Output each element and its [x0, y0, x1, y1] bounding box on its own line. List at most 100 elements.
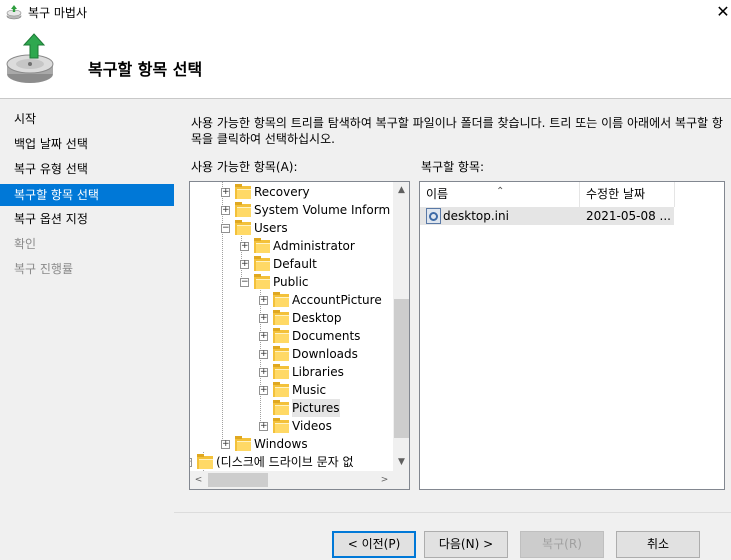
expand-icon[interactable]: +: [259, 296, 268, 305]
cancel-button[interactable]: 취소: [616, 531, 700, 558]
main-panel: 사용 가능한 항목의 트리를 탐색하여 복구할 파일이나 폴더를 찾습니다. 트…: [174, 99, 731, 560]
expand-icon[interactable]: +: [240, 260, 249, 269]
tree-item-label: AccountPicture: [292, 293, 382, 307]
sort-ascending-icon: ⌃: [496, 186, 505, 197]
folder-icon: [254, 238, 270, 254]
step-restore-type: 복구 유형 선택: [14, 162, 88, 176]
tree-item-label: Public: [273, 275, 309, 289]
column-header-modified-date[interactable]: 수정한 날짜: [580, 182, 675, 207]
folder-icon: [235, 436, 251, 452]
back-button[interactable]: < 이전(P): [332, 531, 416, 558]
collapse-icon[interactable]: −: [221, 224, 230, 233]
folder-icon: [273, 382, 289, 398]
folder-icon: [273, 400, 289, 416]
tree-vertical-scrollbar[interactable]: ▲ ▼: [393, 182, 409, 471]
tree-item[interactable]: + Music: [190, 381, 393, 399]
backup-drive-icon: [6, 33, 54, 83]
tree-item-label: Desktop: [292, 311, 342, 325]
file-modified-date: 2021-05-08 ...: [586, 209, 671, 223]
column-date-label: 수정한 날짜: [586, 187, 646, 201]
list-item[interactable]: desktop.ini 2021-05-08 ...: [420, 207, 674, 225]
tree-item[interactable]: + Videos: [190, 417, 393, 435]
tree-item-label: Users: [254, 221, 288, 235]
folder-icon: [254, 256, 270, 272]
tree-item[interactable]: − (디스크에 드라이브 문자 없: [190, 453, 393, 471]
items-to-restore-label: 복구할 항목:: [421, 160, 485, 174]
expand-icon[interactable]: +: [259, 350, 268, 359]
tree-item[interactable]: + Default: [190, 255, 393, 273]
expand-icon[interactable]: +: [259, 314, 268, 323]
expand-icon[interactable]: +: [259, 332, 268, 341]
tree-item[interactable]: + System Volume Inform: [190, 201, 393, 219]
expand-icon[interactable]: +: [221, 188, 230, 197]
items-to-restore-list[interactable]: 이름 ⌃ 수정한 날짜 desktop.ini 2021-05-08 ...: [419, 181, 725, 490]
step-confirm: 확인: [14, 237, 37, 251]
instructions-text: 사용 가능한 항목의 트리를 탐색하여 복구할 파일이나 폴더를 찾습니다. 트…: [191, 116, 723, 146]
folder-icon: [273, 346, 289, 362]
expand-icon[interactable]: +: [221, 440, 230, 449]
step-restore-options: 복구 옵션 지정: [14, 212, 88, 226]
scroll-down-icon[interactable]: ▼: [393, 454, 409, 471]
available-items-tree[interactable]: + Recovery + System Volume Inform − Users + Adm…: [189, 181, 410, 490]
tree-item-label: Libraries: [292, 365, 344, 379]
close-icon[interactable]: ✕: [714, 3, 731, 21]
tree-item[interactable]: + AccountPicture: [190, 291, 393, 309]
tree-item-label: Default: [273, 257, 317, 271]
window-title: 복구 마법사: [28, 6, 88, 20]
wizard-steps-sidebar: 시작 백업 날짜 선택 복구 유형 선택 복구할 항목 선택 복구 옵션 지정 …: [0, 99, 174, 560]
expand-icon[interactable]: +: [240, 242, 249, 251]
folder-icon: [235, 202, 251, 218]
tree-item[interactable]: + Windows: [190, 435, 393, 453]
folder-icon: [273, 328, 289, 344]
next-button[interactable]: 다음(N) >: [424, 531, 508, 558]
tree-item[interactable]: + Downloads: [190, 345, 393, 363]
step-start: 시작: [14, 112, 37, 126]
folder-icon: [197, 454, 213, 470]
tree-item[interactable]: + Documents: [190, 327, 393, 345]
tree-item[interactable]: + Recovery: [190, 183, 393, 201]
expand-icon[interactable]: +: [259, 422, 268, 431]
available-items-label: 사용 가능한 항목(A):: [191, 160, 298, 174]
scrollbar-corner: [393, 471, 409, 489]
scroll-up-icon[interactable]: ▲: [393, 182, 409, 199]
tree-item[interactable]: + Desktop: [190, 309, 393, 327]
step-progress: 복구 진행률: [14, 262, 74, 276]
tree-item[interactable]: Pictures: [190, 399, 393, 417]
expand-icon[interactable]: +: [221, 206, 230, 215]
tree-item[interactable]: − Public: [190, 273, 393, 291]
step-select-items: 복구할 항목 선택: [0, 184, 174, 206]
collapse-icon[interactable]: −: [240, 278, 249, 287]
expand-icon[interactable]: +: [259, 368, 268, 377]
tree-item-label: System Volume Inform: [254, 203, 391, 217]
restore-button[interactable]: 복구(R): [520, 531, 604, 558]
step-backup-date: 백업 날짜 선택: [14, 137, 88, 151]
tree-horizontal-scroll-thumb[interactable]: [208, 473, 268, 487]
restore-wizard-window: 복구 마법사 ✕ 복구할 항목 선택 시작 백업 날짜 선택 복구 유형 선택 …: [0, 0, 731, 560]
folder-icon: [273, 310, 289, 326]
folder-icon: [235, 220, 251, 236]
tree-item[interactable]: + Administrator: [190, 237, 393, 255]
expand-icon[interactable]: +: [259, 386, 268, 395]
folder-icon: [273, 292, 289, 308]
settings-file-icon: [426, 208, 441, 224]
folder-icon: [273, 418, 289, 434]
tree-item-label: Windows: [254, 437, 308, 451]
tree-item-label: (디스크에 드라이브 문자 없: [216, 455, 354, 469]
tree-item-label: Documents: [292, 329, 361, 343]
scroll-right-icon[interactable]: >: [376, 471, 393, 489]
page-title: 복구할 항목 선택: [88, 60, 203, 79]
folder-icon: [273, 364, 289, 380]
tree-horizontal-scrollbar[interactable]: < >: [190, 471, 393, 489]
tree-vertical-scroll-thumb[interactable]: [394, 299, 409, 438]
tree-item-label: Recovery: [254, 185, 310, 199]
collapse-icon[interactable]: −: [190, 458, 192, 467]
tree-item-label: Downloads: [292, 347, 358, 361]
tree-item[interactable]: − Users: [190, 219, 393, 237]
title-bar: 복구 마법사 ✕: [0, 0, 731, 26]
column-header-name[interactable]: 이름 ⌃: [420, 182, 580, 207]
tree-item-label: Administrator: [273, 239, 355, 253]
tree-item-label: Pictures: [292, 399, 340, 417]
tree-item[interactable]: + Libraries: [190, 363, 393, 381]
scroll-left-icon[interactable]: <: [190, 471, 207, 489]
footer-divider: [174, 512, 731, 513]
